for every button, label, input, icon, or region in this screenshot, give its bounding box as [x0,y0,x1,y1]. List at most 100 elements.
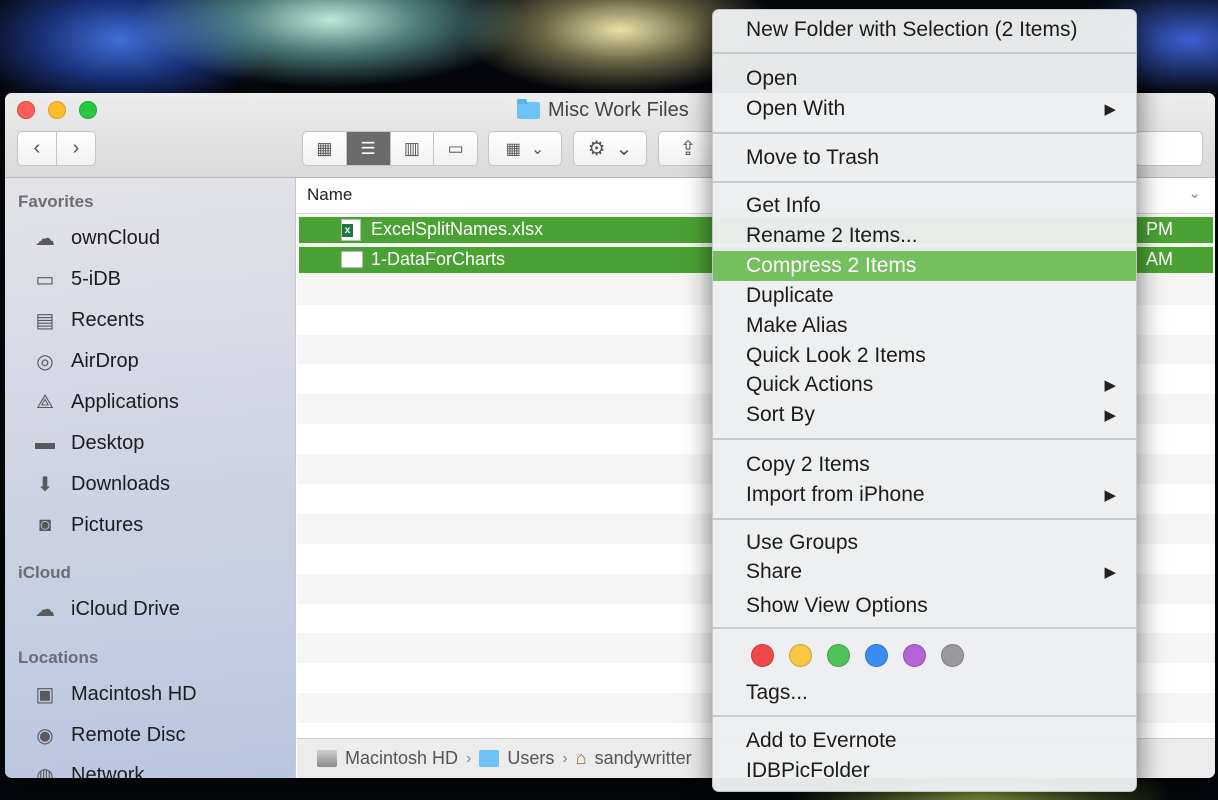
chevron-down-icon[interactable]: ⌄ [1188,184,1201,202]
menu-item-label: Use Groups [746,531,859,554]
menu-item-duplicate[interactable]: Duplicate [713,281,1136,311]
favorites-heading: Favorites [18,192,94,211]
menu-item-label: Copy 2 Items [746,453,870,476]
share-icon: ⇪ [679,138,697,160]
menu-item-label: Open [746,67,798,90]
sidebar-item-desktop[interactable]: ▬ Desktop [31,427,144,459]
sidebar-item-icloud-drive[interactable]: ☁ iCloud Drive [31,593,180,625]
menu-item-quick-look[interactable]: Quick Look 2 Items [713,341,1136,371]
submenu-arrow-icon: ▶ [1104,101,1116,118]
menu-item-label: Get Info [746,194,821,217]
menu-item-label: Import from iPhone [746,483,925,506]
gallery-view-button[interactable]: ▭ [434,132,477,165]
search-input[interactable] [1135,131,1203,166]
column-view-button[interactable]: ▥ [391,132,435,165]
menu-item-label: New Folder with Selection (2 Items) [746,18,1078,41]
zoom-window-button[interactable] [79,101,97,119]
sidebar-item-remote-disc[interactable]: ◉ Remote Disc [31,719,185,751]
camera-icon: ◙ [38,513,52,536]
menu-item-label: Move to Trash [746,146,880,169]
submenu-arrow-icon: ▶ [1104,487,1116,504]
menu-item-label: Add to Evernote [746,729,897,752]
sidebar-item-5-idb[interactable]: ▭ 5-iDB [31,263,121,295]
path-item-users[interactable]: Users [507,748,554,769]
minimize-window-button[interactable] [48,101,66,119]
menu-item-move-to-trash[interactable]: Move to Trash [713,143,1136,173]
sidebar-item-label: Network [71,763,145,779]
menu-item-new-folder-with-selection[interactable]: New Folder with Selection (2 Items) [713,15,1136,45]
tag-purple-button[interactable] [903,644,926,667]
recents-icon: ▤ [35,309,55,332]
menu-item-compress[interactable]: Compress 2 Items [713,251,1136,281]
menu-item-show-view-options[interactable]: Show View Options [713,591,1136,621]
sidebar-item-label: Remote Disc [71,723,186,746]
sidebar-item-downloads[interactable]: ⬇ Downloads [31,468,170,500]
close-window-button[interactable] [17,101,35,119]
menu-item-open-with[interactable]: Open With ▶ [713,94,1136,124]
file-date: PM [1146,219,1173,240]
list-view-button[interactable]: ☰ [346,132,391,165]
menu-item-label: Share [746,560,803,583]
airdrop-icon: ◎ [36,350,54,373]
share-button[interactable]: ⇪ [658,131,718,166]
menu-separator [713,715,1136,717]
menu-item-import-from-iphone[interactable]: Import from iPhone ▶ [713,480,1136,510]
sidebar-item-recents[interactable]: ▤ Recents [31,304,145,336]
downloads-icon: ⬇ [36,473,54,496]
sidebar-item-network[interactable]: ◍ Network [31,759,145,779]
path-separator: › [466,749,472,767]
menu-item-sort-by[interactable]: Sort By ▶ [713,400,1136,430]
chevron-down-icon: ⌄ [615,138,633,160]
action-button[interactable]: ⚙ ⌄ [573,131,647,166]
submenu-arrow-icon: ▶ [1104,564,1116,581]
path-item-macintosh-hd[interactable]: Macintosh HD [345,748,458,769]
sidebar-item-label: Downloads [71,472,170,495]
menu-item-share[interactable]: Share ▶ [713,557,1136,587]
file-name: ExcelSplitNames.xlsx [371,219,544,240]
document-icon [341,251,363,269]
file-date: AM [1146,249,1173,270]
menu-separator [713,627,1136,629]
sidebar-item-pictures[interactable]: ◙ Pictures [31,509,143,541]
menu-item-label: Duplicate [746,284,834,307]
sidebar-item-applications[interactable]: ⟁ Applications [31,386,179,418]
sidebar-item-label: 5-iDB [71,267,122,290]
forward-button[interactable]: › [56,131,96,166]
menu-separator [713,132,1136,134]
folder-icon [517,98,540,119]
menu-item-open[interactable]: Open [713,64,1136,94]
menu-item-copy[interactable]: Copy 2 Items [713,450,1136,480]
tag-gray-button[interactable] [941,644,964,667]
sidebar-item-macintosh-hd[interactable]: ▣ Macintosh HD [31,678,197,710]
tag-green-button[interactable] [827,644,850,667]
path-separator: › [562,749,568,767]
menu-item-quick-actions[interactable]: Quick Actions ▶ [713,370,1136,400]
menu-item-use-groups[interactable]: Use Groups [713,528,1136,558]
harddisk-icon: ▣ [35,683,55,706]
group-button[interactable]: ▦ ⌄ [488,131,562,166]
submenu-arrow-icon: ▶ [1104,407,1116,424]
disc-icon: ◉ [36,724,54,747]
menu-item-tags[interactable]: Tags... [713,678,1136,708]
menu-item-label: Sort By [746,403,815,426]
sidebar-item-label: AirDrop [71,349,139,372]
menu-item-rename[interactable]: Rename 2 Items... [713,221,1136,251]
menu-item-get-info[interactable]: Get Info [713,191,1136,221]
tag-red-button[interactable] [751,644,774,667]
view-mode-selector[interactable]: ▦ ☰ ▥ ▭ [302,131,478,166]
icloud-icon: ☁ [35,598,55,621]
menu-item-make-alias[interactable]: Make Alias [713,311,1136,341]
sidebar-item-airdrop[interactable]: ◎ AirDrop [31,345,139,377]
chevron-right-icon: › [72,137,80,159]
menu-item-idbpicfolder[interactable]: IDBPicFolder [713,756,1136,786]
menu-item-label: Open With [746,97,846,120]
file-name: 1-DataForCharts [371,249,506,270]
sidebar-item-label: iCloud Drive [71,597,180,620]
back-button[interactable]: ‹ [17,131,57,166]
sidebar-item-owncloud[interactable]: ☁ ownCloud [31,222,160,254]
menu-item-add-to-evernote[interactable]: Add to Evernote [713,726,1136,756]
path-item-home[interactable]: sandywritter [595,748,692,769]
icon-view-button[interactable]: ▦ [303,132,347,165]
tag-yellow-button[interactable] [789,644,812,667]
tag-blue-button[interactable] [865,644,888,667]
